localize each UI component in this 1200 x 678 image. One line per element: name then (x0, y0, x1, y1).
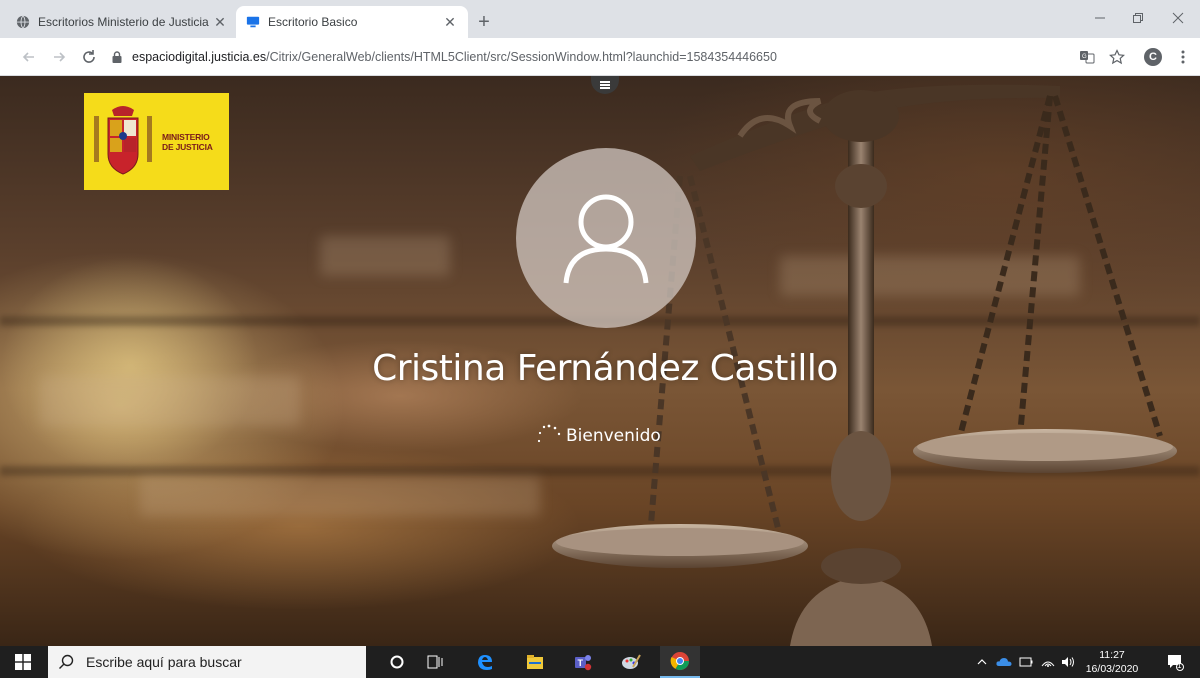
wifi-icon (1041, 661, 1055, 667)
close-tab-icon[interactable]: ✕ (212, 14, 228, 30)
close-icon (1172, 12, 1184, 24)
minimize-icon (1095, 17, 1105, 19)
loading-spinner-icon (537, 424, 561, 443)
taskbar-clock[interactable]: 11:27 16/03/2020 (1082, 648, 1142, 676)
chevron-up-icon (977, 659, 987, 665)
reload-button[interactable] (78, 46, 100, 68)
task-view-button[interactable] (420, 646, 450, 678)
restore-button[interactable] (1118, 6, 1158, 30)
user-avatar (516, 148, 696, 328)
paint-palette-icon (622, 654, 641, 669)
edge-icon (478, 655, 492, 670)
tab-label: Escritorio Basico (268, 15, 358, 29)
profile-button[interactable]: C (1142, 46, 1164, 68)
speaker-icon (1062, 657, 1074, 667)
desktop-icon (246, 16, 260, 28)
tab-escritorio-basico[interactable]: Escritorio Basico ✕ (236, 6, 468, 38)
tray-device-button[interactable] (1016, 646, 1036, 678)
background-blur (320, 236, 450, 276)
taskbar-chrome[interactable] (660, 646, 700, 678)
ministry-name: MINISTERIO DE JUSTICIA (162, 132, 213, 152)
volume-button[interactable] (1058, 646, 1078, 678)
search-placeholder: Escribe aquí para buscar (86, 654, 242, 670)
star-icon (1109, 49, 1125, 65)
taskbar-teams[interactable]: T (566, 646, 600, 678)
taskbar-file-explorer[interactable] (518, 646, 552, 678)
taskbar-search-box[interactable]: Escribe aquí para buscar (48, 646, 366, 678)
browser-toolbar: espaciodigital.justicia.es/Citrix/Genera… (0, 38, 1200, 76)
back-arrow-icon (22, 52, 34, 62)
coat-of-arms-icon (94, 105, 152, 175)
browser-menu-button[interactable] (1172, 46, 1194, 68)
windows-taskbar: Escribe aquí para buscar T 11:27 16/03/2… (0, 646, 1200, 678)
user-name: Cristina Fernández Castillo (372, 348, 838, 389)
forward-button[interactable] (48, 46, 70, 68)
windows-logo-icon (15, 654, 31, 670)
lock-icon (112, 51, 122, 63)
user-icon (563, 194, 649, 284)
teams-icon: T (575, 655, 592, 671)
restore-icon (1133, 13, 1143, 23)
onedrive-button[interactable] (994, 646, 1014, 678)
close-window-button[interactable] (1158, 6, 1198, 30)
close-tab-icon[interactable]: ✕ (442, 14, 458, 30)
taskbar-paint[interactable] (614, 646, 648, 678)
chrome-icon (670, 652, 689, 671)
tab-label: Escritorios Ministerio de Justicia (38, 15, 209, 29)
ministry-name-line1: MINISTERIO (162, 131, 210, 142)
show-hidden-icons-button[interactable] (974, 646, 990, 678)
cortana-button[interactable] (382, 646, 412, 678)
url-path: /Citrix/GeneralWeb/clients/HTML5Client/s… (266, 50, 777, 64)
notification-count: 1 (1177, 661, 1182, 670)
forward-arrow-icon (54, 52, 66, 62)
task-view-icon (427, 655, 443, 669)
translate-button[interactable]: G (1076, 46, 1098, 68)
more-vert-icon (1181, 50, 1185, 64)
ministry-name-line2: DE JUSTICIA (162, 141, 213, 152)
url-host: espaciodigital.justicia.es (132, 50, 267, 64)
address-bar[interactable]: espaciodigital.justicia.es/Citrix/Genera… (110, 43, 1050, 71)
action-center-button[interactable]: 1 (1160, 646, 1190, 678)
globe-icon (16, 15, 30, 29)
new-tab-button[interactable]: + (472, 10, 496, 34)
svg-text:G: G (1082, 54, 1087, 60)
cloud-icon (996, 658, 1012, 666)
battery-icon (1019, 657, 1033, 667)
browser-tab-strip: Escritorios Ministerio de Justicia ✕ Esc… (0, 0, 1200, 38)
svg-text:T: T (578, 658, 584, 668)
avatar: C (1144, 48, 1162, 66)
bookmark-star-button[interactable] (1106, 46, 1128, 68)
network-button[interactable] (1038, 646, 1058, 678)
remote-session-view: MINISTERIO DE JUSTICIA Cristina Fernánde… (0, 76, 1200, 646)
translate-icon: G (1080, 51, 1095, 64)
ministry-logo: MINISTERIO DE JUSTICIA (84, 93, 229, 190)
tab-escritorios-ministerio[interactable]: Escritorios Ministerio de Justicia ✕ (6, 6, 238, 38)
clock-time: 11:27 (1099, 649, 1125, 661)
reload-icon (83, 50, 95, 63)
hamburger-icon (600, 80, 610, 91)
folder-icon (527, 655, 543, 669)
search-icon (59, 654, 74, 669)
login-status: Bienvenido (536, 423, 661, 449)
login-status-text: Bienvenido (566, 426, 661, 446)
taskbar-edge[interactable] (468, 646, 502, 678)
minimize-button[interactable] (1080, 6, 1120, 30)
cortana-circle-icon (390, 655, 404, 669)
background-blur (140, 476, 540, 516)
start-button[interactable] (0, 646, 46, 678)
clock-date: 16/03/2020 (1085, 663, 1139, 675)
back-button[interactable] (18, 46, 40, 68)
